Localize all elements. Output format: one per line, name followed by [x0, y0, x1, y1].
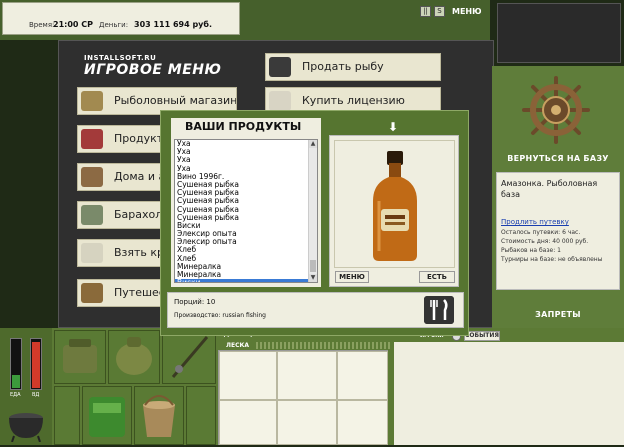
products-list[interactable]: Уха Уха Уха Уха Вино 1996г. Сушеная рыбка Суше…	[174, 139, 318, 283]
products-dialog: ВАШИ ПРОДУКТЫ Уха Уха Уха Уха Вино 1996г. Суш…	[160, 110, 469, 336]
game-menu-logo: INSTALLSOFT.RU ИГРОВОЕ МЕНЮ	[84, 54, 221, 78]
piggy-bank-icon	[81, 243, 103, 263]
extend-voucher-link[interactable]: Продлить путевку	[501, 218, 569, 226]
tackle-slot[interactable]	[219, 400, 277, 445]
helm-icon	[81, 283, 103, 303]
product-list-item[interactable]: Виски	[175, 278, 309, 282]
menu-item-label: Взять кр	[114, 246, 165, 259]
tackle-slot[interactable]	[277, 400, 337, 445]
product-preview-panel: МЕНЮ ЕСТЬ	[329, 135, 459, 287]
base-info-line: Турниры на базе: не объявлены	[501, 256, 603, 263]
cauldron-icon[interactable]	[6, 408, 46, 442]
scrollbar-thumb[interactable]	[310, 260, 316, 272]
base-info-line: Рыбаков на базе: 1	[501, 247, 561, 254]
menu-item-label: Барахол	[114, 208, 163, 221]
inventory-slot-rod[interactable]	[162, 330, 216, 384]
product-list-item[interactable]: Уха	[175, 140, 309, 148]
inventory-slot-empty[interactable]	[186, 386, 216, 445]
license-icon	[269, 91, 291, 111]
status-panel: Время: 21:00 СР Деньги: 303 111 694 руб.	[2, 2, 240, 35]
product-info-bar: Порций: 10 Производство: russian fishing	[167, 292, 464, 328]
product-list-item[interactable]: Уха	[175, 147, 309, 156]
events-button[interactable]: СОБЫТИЯ	[464, 331, 500, 341]
energy-gauge-fill	[32, 342, 40, 388]
right-top-panel	[497, 3, 621, 63]
inventory-slot-backpack[interactable]	[108, 330, 160, 384]
return-to-base-button[interactable]: ВЕРНУТЬСЯ НА БАЗУ	[492, 154, 624, 163]
house-icon	[81, 167, 103, 187]
spider-icon	[81, 91, 103, 111]
inventory-slot-lure-bag[interactable]	[82, 386, 132, 445]
base-name: Амазонка. Рыболовная база	[501, 179, 598, 199]
needs-gauges: ЕДА ВД	[0, 328, 52, 445]
inventory-slot-bucket[interactable]	[134, 386, 184, 445]
tackle-slot[interactable]	[337, 400, 388, 445]
money-label: Деньги:	[99, 21, 129, 29]
money-value: 303 111 694 руб.	[134, 20, 213, 29]
food-gauge	[10, 338, 22, 390]
portions-count: Порций: 10	[174, 298, 216, 306]
down-arrow-icon: ⬇	[388, 120, 399, 134]
bans-button[interactable]: ЗАПРЕТЫ	[492, 310, 624, 319]
tackle-slot[interactable]	[277, 351, 337, 400]
producer-info: Производство: russian fishing	[174, 312, 266, 319]
top-icon-group: || S МЕНЮ	[418, 4, 490, 24]
fishing-rod-icon	[171, 336, 209, 378]
fish-icon	[269, 57, 291, 77]
tackle-slot[interactable]	[219, 351, 277, 400]
berries-icon	[81, 129, 103, 149]
lure-bag-icon	[89, 397, 125, 437]
energy-gauge	[30, 338, 42, 390]
pause-icon[interactable]: ||	[420, 6, 431, 17]
bag-icon	[63, 339, 97, 373]
time-value: 21:00 СР	[53, 20, 93, 29]
line-slot-label: ЛЕСКА	[226, 342, 250, 349]
menu-item-label: Дома и а	[114, 170, 166, 183]
scroll-up-icon[interactable]: ▲	[309, 140, 317, 148]
line-indicator-strip	[256, 342, 392, 349]
logo-subtitle: INSTALLSOFT.RU	[84, 54, 157, 62]
base-panel: ВЕРНУТЬСЯ НА БАЗУ Амазонка. Рыболовная б…	[492, 66, 624, 328]
products-items: Уха Уха Уха Уха Вино 1996г. Сушеная рыбка Суше…	[175, 140, 317, 282]
energy-gauge-label: ВД	[32, 392, 40, 398]
base-info-box: Амазонка. Рыболовная база Продлить путев…	[496, 172, 620, 290]
dialog-menu-button[interactable]: МЕНЮ	[335, 271, 369, 283]
tackle-slot[interactable]	[337, 351, 388, 400]
eat-button[interactable]: ЕСТЬ	[419, 271, 455, 283]
products-list-container: Уха Уха Уха Уха Вино 1996г. Сушеная рыбка Суше…	[171, 135, 321, 287]
product-list-item[interactable]: Уха	[175, 156, 309, 164]
menu-sell-fish-button[interactable]: Продать рыбу	[265, 53, 441, 81]
inventory-slot-bag[interactable]	[54, 330, 106, 384]
bucket-icon	[143, 395, 175, 437]
menu-link[interactable]: МЕНЮ	[452, 7, 482, 16]
logo-title: ИГРОВОЕ МЕНЮ	[84, 62, 222, 78]
events-panel	[394, 342, 624, 445]
base-info-line: Осталось путевки: 6 час.	[501, 229, 581, 236]
sound-icon[interactable]: S	[434, 6, 445, 17]
inventory-slot-empty[interactable]	[54, 386, 80, 445]
food-gauge-fill	[12, 375, 20, 388]
whisky-bottle-icon	[373, 151, 417, 261]
menu-item-label: Продать рыбу	[302, 60, 384, 73]
products-scrollbar[interactable]: ▲ ▼	[308, 140, 317, 282]
ship-wheel-icon[interactable]	[522, 76, 590, 144]
tackle-grid	[218, 350, 388, 445]
backpack-icon	[116, 337, 152, 375]
scroll-down-icon[interactable]: ▼	[309, 274, 317, 282]
products-dialog-title: ВАШИ ПРОДУКТЫ	[171, 118, 321, 135]
base-info-line: Стоимость дня: 40 000 руб.	[501, 238, 589, 245]
time-label: Время:	[29, 21, 55, 29]
food-gauge-label: ЕДА	[10, 392, 21, 398]
menu-item-label: Путешес	[114, 286, 165, 299]
cutlery-icon[interactable]	[424, 296, 454, 324]
money-icon	[81, 205, 103, 225]
product-image-frame	[334, 140, 455, 268]
